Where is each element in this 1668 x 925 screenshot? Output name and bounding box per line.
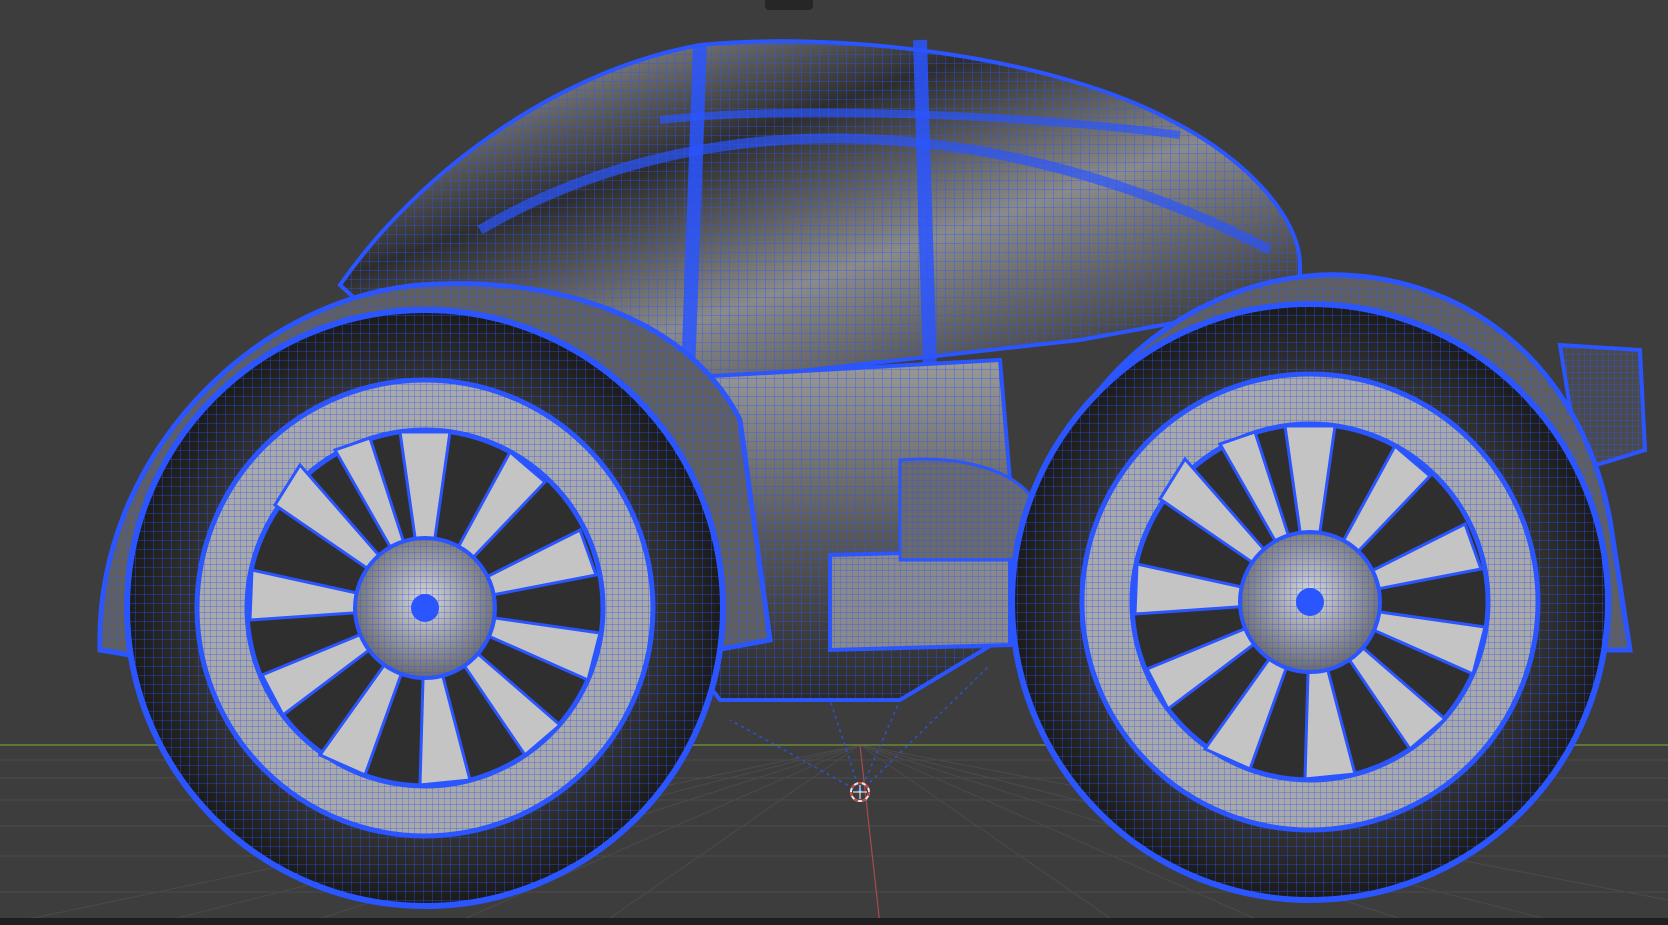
viewport-bottom-edge bbox=[0, 918, 1668, 925]
rear-wheel[interactable] bbox=[1009, 301, 1611, 903]
origin-marker-icon[interactable] bbox=[850, 782, 870, 802]
car-object[interactable] bbox=[97, 39, 1648, 909]
scene-canvas[interactable] bbox=[0, 0, 1668, 925]
front-wheel[interactable] bbox=[124, 307, 726, 909]
y-axis-line bbox=[859, 744, 881, 925]
3d-viewport[interactable] bbox=[0, 0, 1668, 925]
viewport-shading-icon[interactable] bbox=[765, 0, 813, 10]
